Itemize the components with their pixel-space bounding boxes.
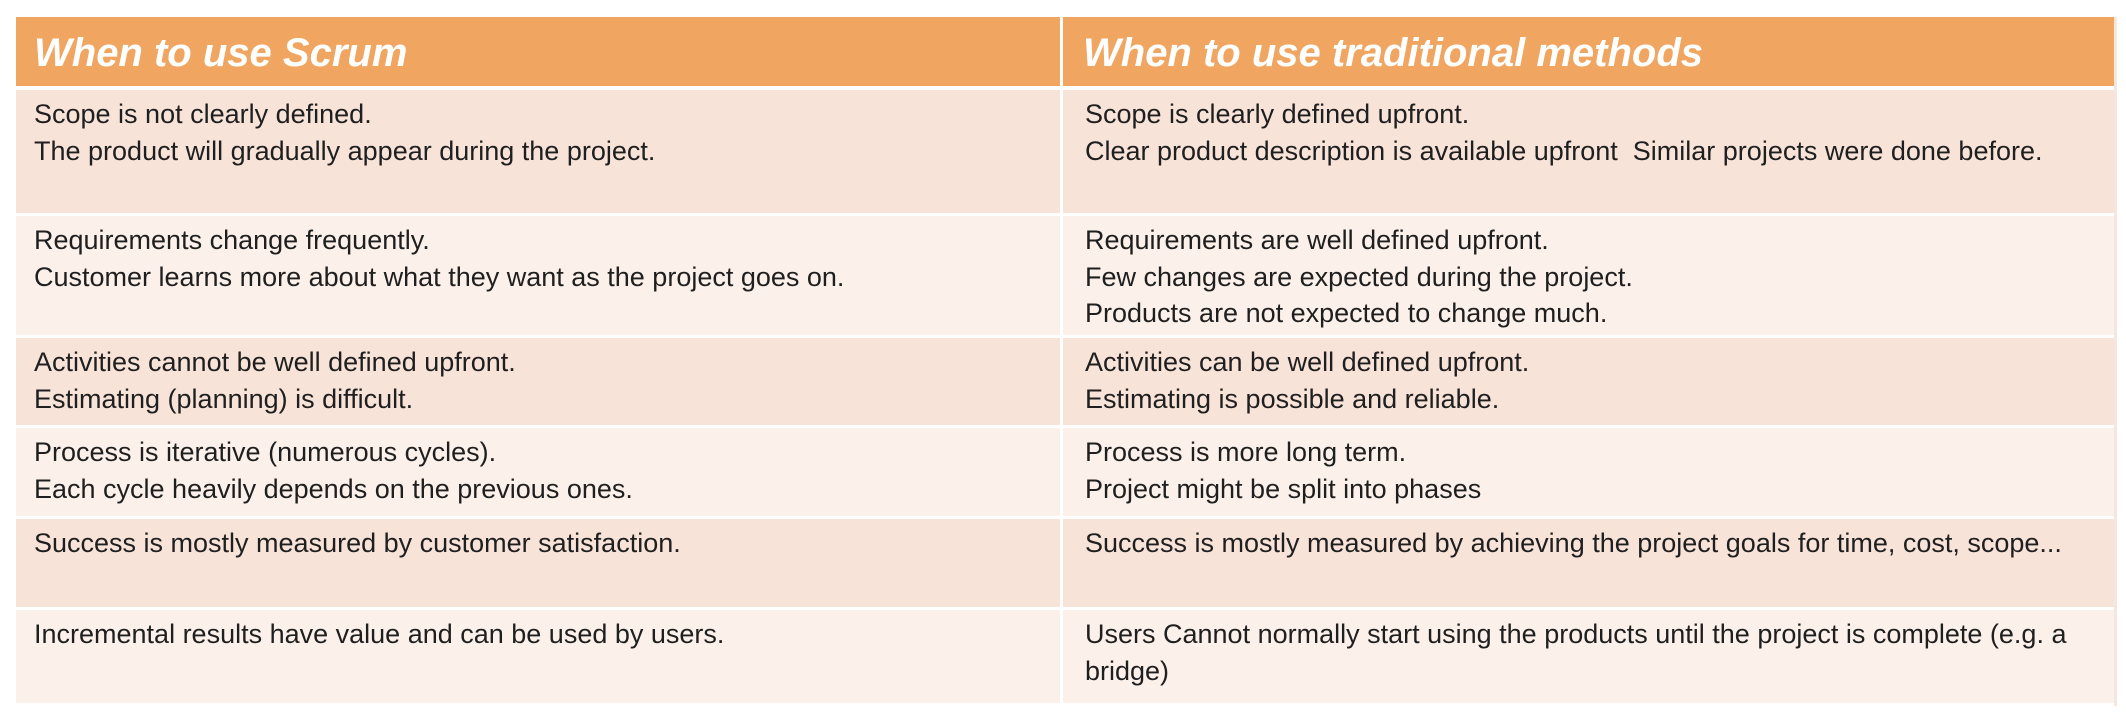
table-cell-traditional: Process is more long term. Project might… [1063,428,2114,519]
cell-line: Process is more long term. [1085,437,1407,467]
cell-line: Success is mostly measured by customer s… [34,528,681,558]
table-cell-scrum: Success is mostly measured by customer s… [16,519,1063,610]
cell-line: Few changes are expected during the proj… [1085,261,1633,292]
cell-line: The product will gradually appear during… [34,135,656,166]
comparison-table: When to use Scrum When to use traditiona… [16,17,2117,706]
cell-line: Users Cannot normally start using the pr… [1085,619,2074,686]
cell-line: Success is mostly measured by achieving … [1085,528,2062,558]
cell-line: Incremental results have value and can b… [34,619,725,649]
cell-line: Process is iterative (numerous cycles). [34,437,497,467]
table-cell-traditional: Scope is clearly defined upfront. Clear … [1063,90,2114,216]
cell-line: Each cycle heavily depends on the previo… [34,473,633,504]
cell-line: Project might be split into phases [1085,473,1482,504]
table-cell-scrum: Process is iterative (numerous cycles). … [16,428,1063,519]
cell-line: Estimating is possible and reliable. [1085,383,1500,414]
header-scrum: When to use Scrum [16,17,1063,90]
cell-line: Products are not expected to change much… [1085,298,1608,328]
table-cell-traditional: Requirements are well defined upfront. F… [1063,216,2114,338]
cell-line: Customer learns more about what they wan… [34,261,845,292]
table-cell-traditional: Success is mostly measured by achieving … [1063,519,2114,610]
cell-line: Requirements are well defined upfront. [1085,225,1549,255]
table-cell-scrum: Incremental results have value and can b… [16,610,1063,706]
cell-line: Requirements change frequently. [34,225,430,255]
header-traditional: When to use traditional methods [1063,17,2114,90]
table-cell-traditional: Users Cannot normally start using the pr… [1063,610,2114,706]
table-cell-scrum: Scope is not clearly defined. The produc… [16,90,1063,216]
cell-line: Clear product description is available u… [1085,135,2043,166]
table-cell-traditional: Activities can be well defined upfront. … [1063,338,2114,428]
cell-line: Activities cannot be well defined upfron… [34,347,516,377]
cell-line: Estimating (planning) is difficult. [34,383,414,414]
table-cell-scrum: Activities cannot be well defined upfron… [16,338,1063,428]
cell-line: Activities can be well defined upfront. [1085,347,1530,377]
cell-line: Scope is not clearly defined. [34,99,372,129]
table-cell-scrum: Requirements change frequently. Customer… [16,216,1063,338]
cell-line: Scope is clearly defined upfront. [1085,99,1470,129]
